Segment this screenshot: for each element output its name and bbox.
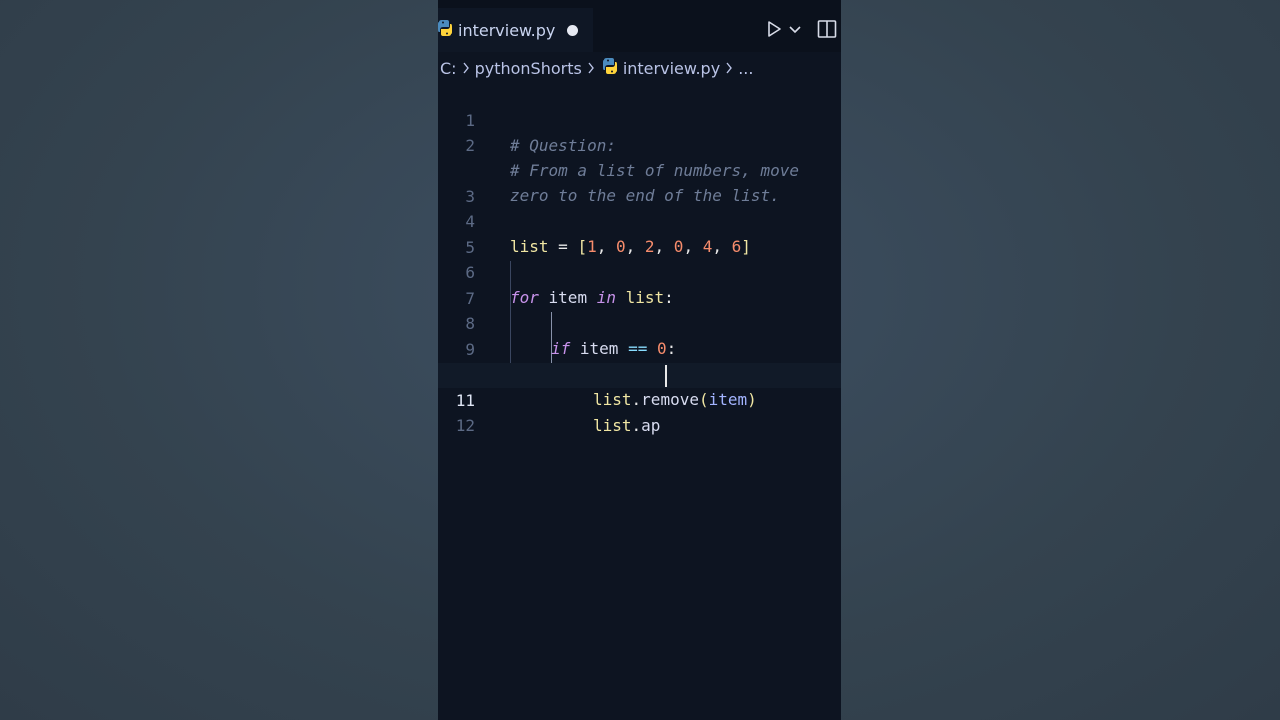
code-line[interactable]: 8 if item == 0: <box>438 286 841 358</box>
variable-token: list <box>593 416 632 435</box>
code-line[interactable]: 9 <box>438 312 841 359</box>
chevron-down-icon[interactable] <box>789 24 801 34</box>
dot-token: . <box>631 416 642 435</box>
split-editor-icon[interactable] <box>817 19 837 39</box>
partial-identifier-token: ap <box>641 416 661 435</box>
tab-label: interview.py <box>458 20 556 40</box>
code-line[interactable]: 7 <box>438 261 841 308</box>
text-cursor <box>665 365 667 387</box>
line-number: 12 <box>455 416 475 435</box>
code-line[interactable]: 1 # Question: <box>438 83 841 155</box>
code-line[interactable]: 10 list.remove(item) <box>438 337 841 409</box>
python-file-icon <box>438 19 452 41</box>
code-editor-window: interview.py C: pythonShorts interview.p… <box>438 0 841 720</box>
code-line[interactable]: 5 <box>438 210 841 257</box>
breadcrumb: C: pythonShorts interview.py ... <box>438 52 841 84</box>
code-line[interactable]: 4 list = [1, 0, 2, 0, 4, 6] <box>438 184 841 256</box>
breadcrumb-drive[interactable]: C: <box>440 59 457 78</box>
breadcrumb-folder[interactable]: pythonShorts <box>475 59 582 78</box>
code-line[interactable]: 12 <box>438 388 841 435</box>
chevron-right-icon <box>722 59 736 78</box>
python-file-icon <box>602 57 618 79</box>
code-line[interactable]: 2 # From a list of numbers, move <box>438 108 841 180</box>
chevron-right-icon <box>584 59 598 78</box>
breadcrumb-file[interactable]: interview.py <box>623 59 720 78</box>
tab-interview-py[interactable]: interview.py <box>438 8 593 52</box>
code-line[interactable]: 6 for item in list: <box>438 235 841 307</box>
breadcrumb-more[interactable]: ... <box>738 59 753 78</box>
code-line[interactable]: 3 <box>438 159 841 206</box>
chevron-right-icon <box>459 59 473 78</box>
unsaved-dot-icon[interactable] <box>567 25 578 36</box>
tab-bar: interview.py <box>438 0 841 52</box>
code-line-wrapped[interactable]: zero to the end of the list. <box>438 133 841 205</box>
code-line-active[interactable]: 11 list.ap <box>438 363 841 435</box>
play-icon[interactable] <box>765 20 783 38</box>
